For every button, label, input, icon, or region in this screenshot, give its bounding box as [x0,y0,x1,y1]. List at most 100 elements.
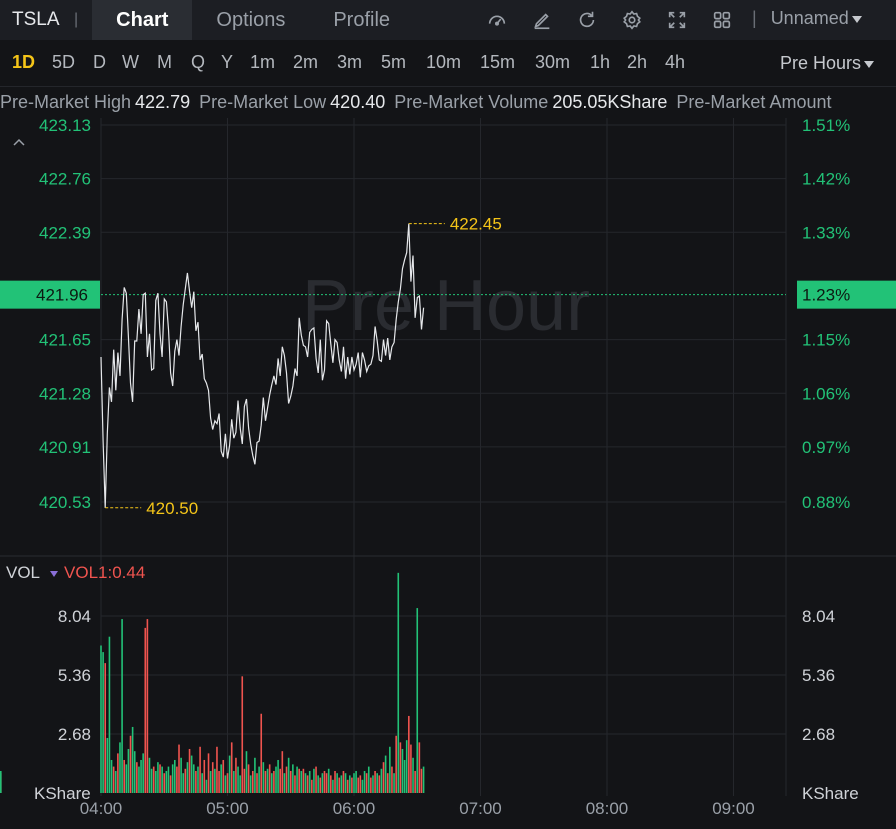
volume-bar [311,779,313,793]
volume-bar [224,775,227,793]
volume-bar [294,775,296,793]
volume-bar [214,768,216,793]
dropdown-caret-icon [50,570,59,577]
volume-bar [416,608,419,793]
pct-axis-tick: 0.88% [802,493,850,512]
price-axis-tick: 421.65 [39,331,91,350]
pct-axis-tick: 1.06% [802,384,850,403]
grid-lines [0,118,896,796]
volume-indicator-label[interactable]: VOL VOL1:0.44 [6,563,145,583]
volume-bar [140,759,142,793]
volume-bar [230,742,233,793]
volume-bar [384,755,387,793]
volume-bar [121,619,123,793]
volume-bar [138,766,140,793]
volume-bar [325,773,328,793]
volume-bar [169,775,172,793]
volume-bar [106,737,109,793]
volume-bar [197,766,199,793]
price-chart[interactable]: Pre Hour 422.45420.50 423.13 1.51%422.76 1… [0,0,896,829]
volume-bar [192,764,195,793]
price-layer: 422.45 420.50 [100,215,786,518]
volume-bar [102,652,104,793]
volume-bar [207,753,210,793]
volume-bar [334,770,336,793]
volume-bar [353,773,355,793]
volume-bar [186,762,189,793]
volume-bar [220,764,222,793]
time-axis-tick: 04:00 [80,799,123,818]
volume-bar [412,757,414,793]
volume-bar [357,777,360,793]
volume-bar [184,768,187,793]
volume-bar [125,764,128,793]
volume-bar [355,770,357,793]
volume-bar [418,742,421,793]
vol1-value: VOL1:0.44 [64,563,146,582]
volume-bar [422,766,425,793]
volume-bar [131,726,134,793]
volume-bar [403,759,406,793]
volume-bar [372,775,374,793]
volume-bar [176,766,178,793]
volume-bar [304,773,307,793]
volume-bar [150,768,153,793]
volume-bar [308,770,311,793]
volume-bar [159,764,161,793]
price-axis-tick: 421.28 [39,384,91,403]
volume-bar [108,636,111,793]
volume-bar [203,759,206,793]
volume-axis-tick: 5.36 [58,666,91,685]
volume-bar [292,764,294,793]
volume-bar [241,676,244,793]
volume-bar [148,757,151,793]
volume-bar [397,572,400,793]
volume-bar [340,775,343,793]
volume-bar [112,766,115,793]
time-axis-tick: 07:00 [459,799,502,818]
volume-bar [275,766,277,793]
volume-bar [209,770,212,793]
volume-bar [157,762,159,793]
volume-bar [336,773,338,793]
volume-bar [127,748,130,793]
current-pct-label: 1.23% [802,286,850,305]
volume-bar [182,773,185,793]
volume-bar [401,748,404,793]
price-axis-tick: 420.91 [39,438,91,457]
pct-axis-tick: 1.51% [802,116,850,135]
volume-bar [277,759,279,793]
volume-title: VOL [6,563,41,582]
pct-axis-tick: 0.97% [802,438,850,457]
volume-bar [289,770,292,793]
volume-bar [273,770,275,793]
volume-bar [188,748,191,793]
volume-axis-tick: 8.04 [58,607,91,626]
volume-bar [393,773,395,793]
volume-bar [374,770,376,793]
volume-bar [348,775,351,793]
volume-axis-tick: 2.68 [802,725,835,744]
low-marker-label: 420.50 [146,499,198,518]
volume-bar [323,770,326,793]
volume-bar [247,764,250,793]
volume-bar [306,775,309,793]
volume-bar [283,773,286,793]
volume-bar [167,766,170,793]
collapse-chevron-icon[interactable] [13,138,25,146]
volume-bar [133,751,136,793]
volume-bar [173,759,176,793]
volume-bar [395,735,397,793]
volume-bar [344,773,347,793]
volume-bar [363,770,366,793]
pct-axis-tick: 1.42% [802,170,850,189]
volume-bar [287,757,290,793]
volume-bar [414,770,416,793]
volume-bar [378,775,381,793]
volume-bar [367,766,370,793]
time-axis-tick: 05:00 [206,799,249,818]
volume-bar [315,766,317,793]
volume-bar [171,764,174,793]
volume-bar [136,762,138,793]
price-axis-tick: 423.13 [39,116,91,135]
